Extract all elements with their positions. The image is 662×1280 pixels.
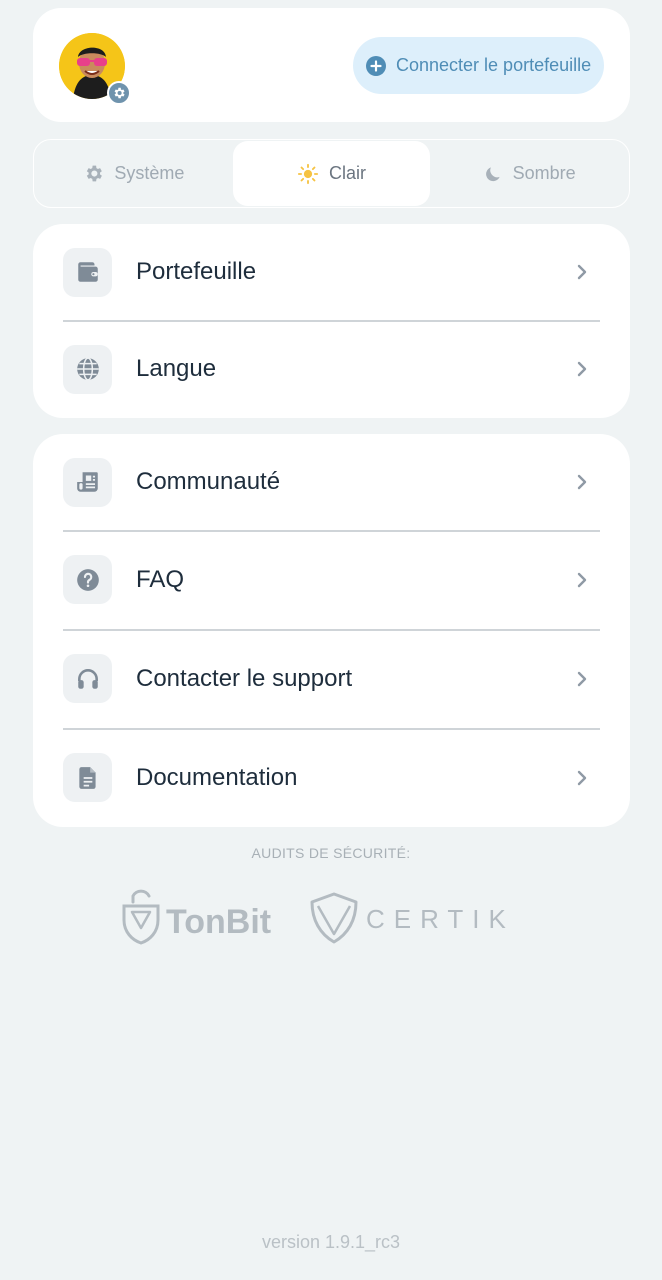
gear-icon: [87, 165, 103, 182]
menu-item-support[interactable]: Contacter le support: [33, 629, 630, 728]
certik-logo[interactable]: CERTIK: [310, 892, 515, 944]
globe-icon: [63, 344, 112, 394]
menu-item-label: Communauté: [136, 468, 281, 495]
audit-logos: TonBit CERTIK: [0, 888, 662, 948]
audits-heading: AUDITS DE SÉCURITÉ:: [251, 845, 411, 861]
connect-wallet-label: Connecter le portefeuille: [396, 55, 592, 75]
menu-item-faq[interactable]: FAQ: [33, 530, 630, 629]
theme-switch: Système Clair Sombre: [33, 139, 630, 208]
chevron-right-icon: [577, 671, 587, 686]
chevron-right-icon: [577, 572, 587, 587]
wallet-icon: [63, 247, 112, 297]
connect-wallet-button[interactable]: Connecter le portefeuille: [353, 37, 604, 94]
menu-item-label: Contacter le support: [136, 664, 353, 692]
chevron-right-icon: [577, 264, 587, 280]
headphones-icon: [63, 654, 112, 703]
tonbit-logo[interactable]: TonBit: [122, 889, 271, 945]
avatar[interactable]: [59, 33, 131, 105]
svg-text:CERTIK: CERTIK: [366, 904, 515, 934]
menu-item-language[interactable]: Langue: [33, 320, 630, 418]
theme-option-light[interactable]: Clair: [232, 141, 431, 206]
settings-screen: Connecter le portefeuille Système Clair …: [0, 0, 662, 1280]
menu-item-label: Portefeuille: [136, 258, 257, 285]
document-icon: [63, 753, 112, 802]
menu-card-primary: Portefeuille Langue: [33, 224, 630, 418]
moon-icon: [485, 166, 500, 181]
menu-item-label: Langue: [136, 355, 217, 382]
menu-item-label: Documentation: [136, 763, 298, 791]
chevron-right-icon: [577, 474, 587, 490]
svg-text:TonBit: TonBit: [166, 903, 271, 941]
plus-icon: [366, 55, 386, 76]
menu-item-label: FAQ: [136, 565, 185, 593]
theme-option-label: Clair: [329, 163, 367, 183]
menu-item-documentation[interactable]: Documentation: [33, 728, 630, 827]
news-icon: [63, 457, 112, 507]
chevron-right-icon: [577, 361, 587, 377]
app-version: version 1.9.1_rc3: [261, 1232, 401, 1252]
menu-card-secondary: Communauté FAQ Contacter le support Docu…: [33, 434, 630, 827]
gear-icon[interactable]: [107, 81, 131, 105]
theme-option-label: Sombre: [512, 163, 576, 183]
chevron-right-icon: [577, 770, 587, 785]
theme-option-label: Système: [114, 163, 185, 183]
menu-item-community[interactable]: Communauté: [33, 434, 630, 530]
profile-card: Connecter le portefeuille: [33, 8, 630, 122]
theme-option-system[interactable]: Système: [35, 141, 233, 206]
sun-icon: [297, 163, 319, 184]
question-icon: [63, 555, 112, 604]
menu-item-wallet[interactable]: Portefeuille: [33, 224, 630, 320]
theme-option-dark[interactable]: Sombre: [430, 141, 628, 206]
